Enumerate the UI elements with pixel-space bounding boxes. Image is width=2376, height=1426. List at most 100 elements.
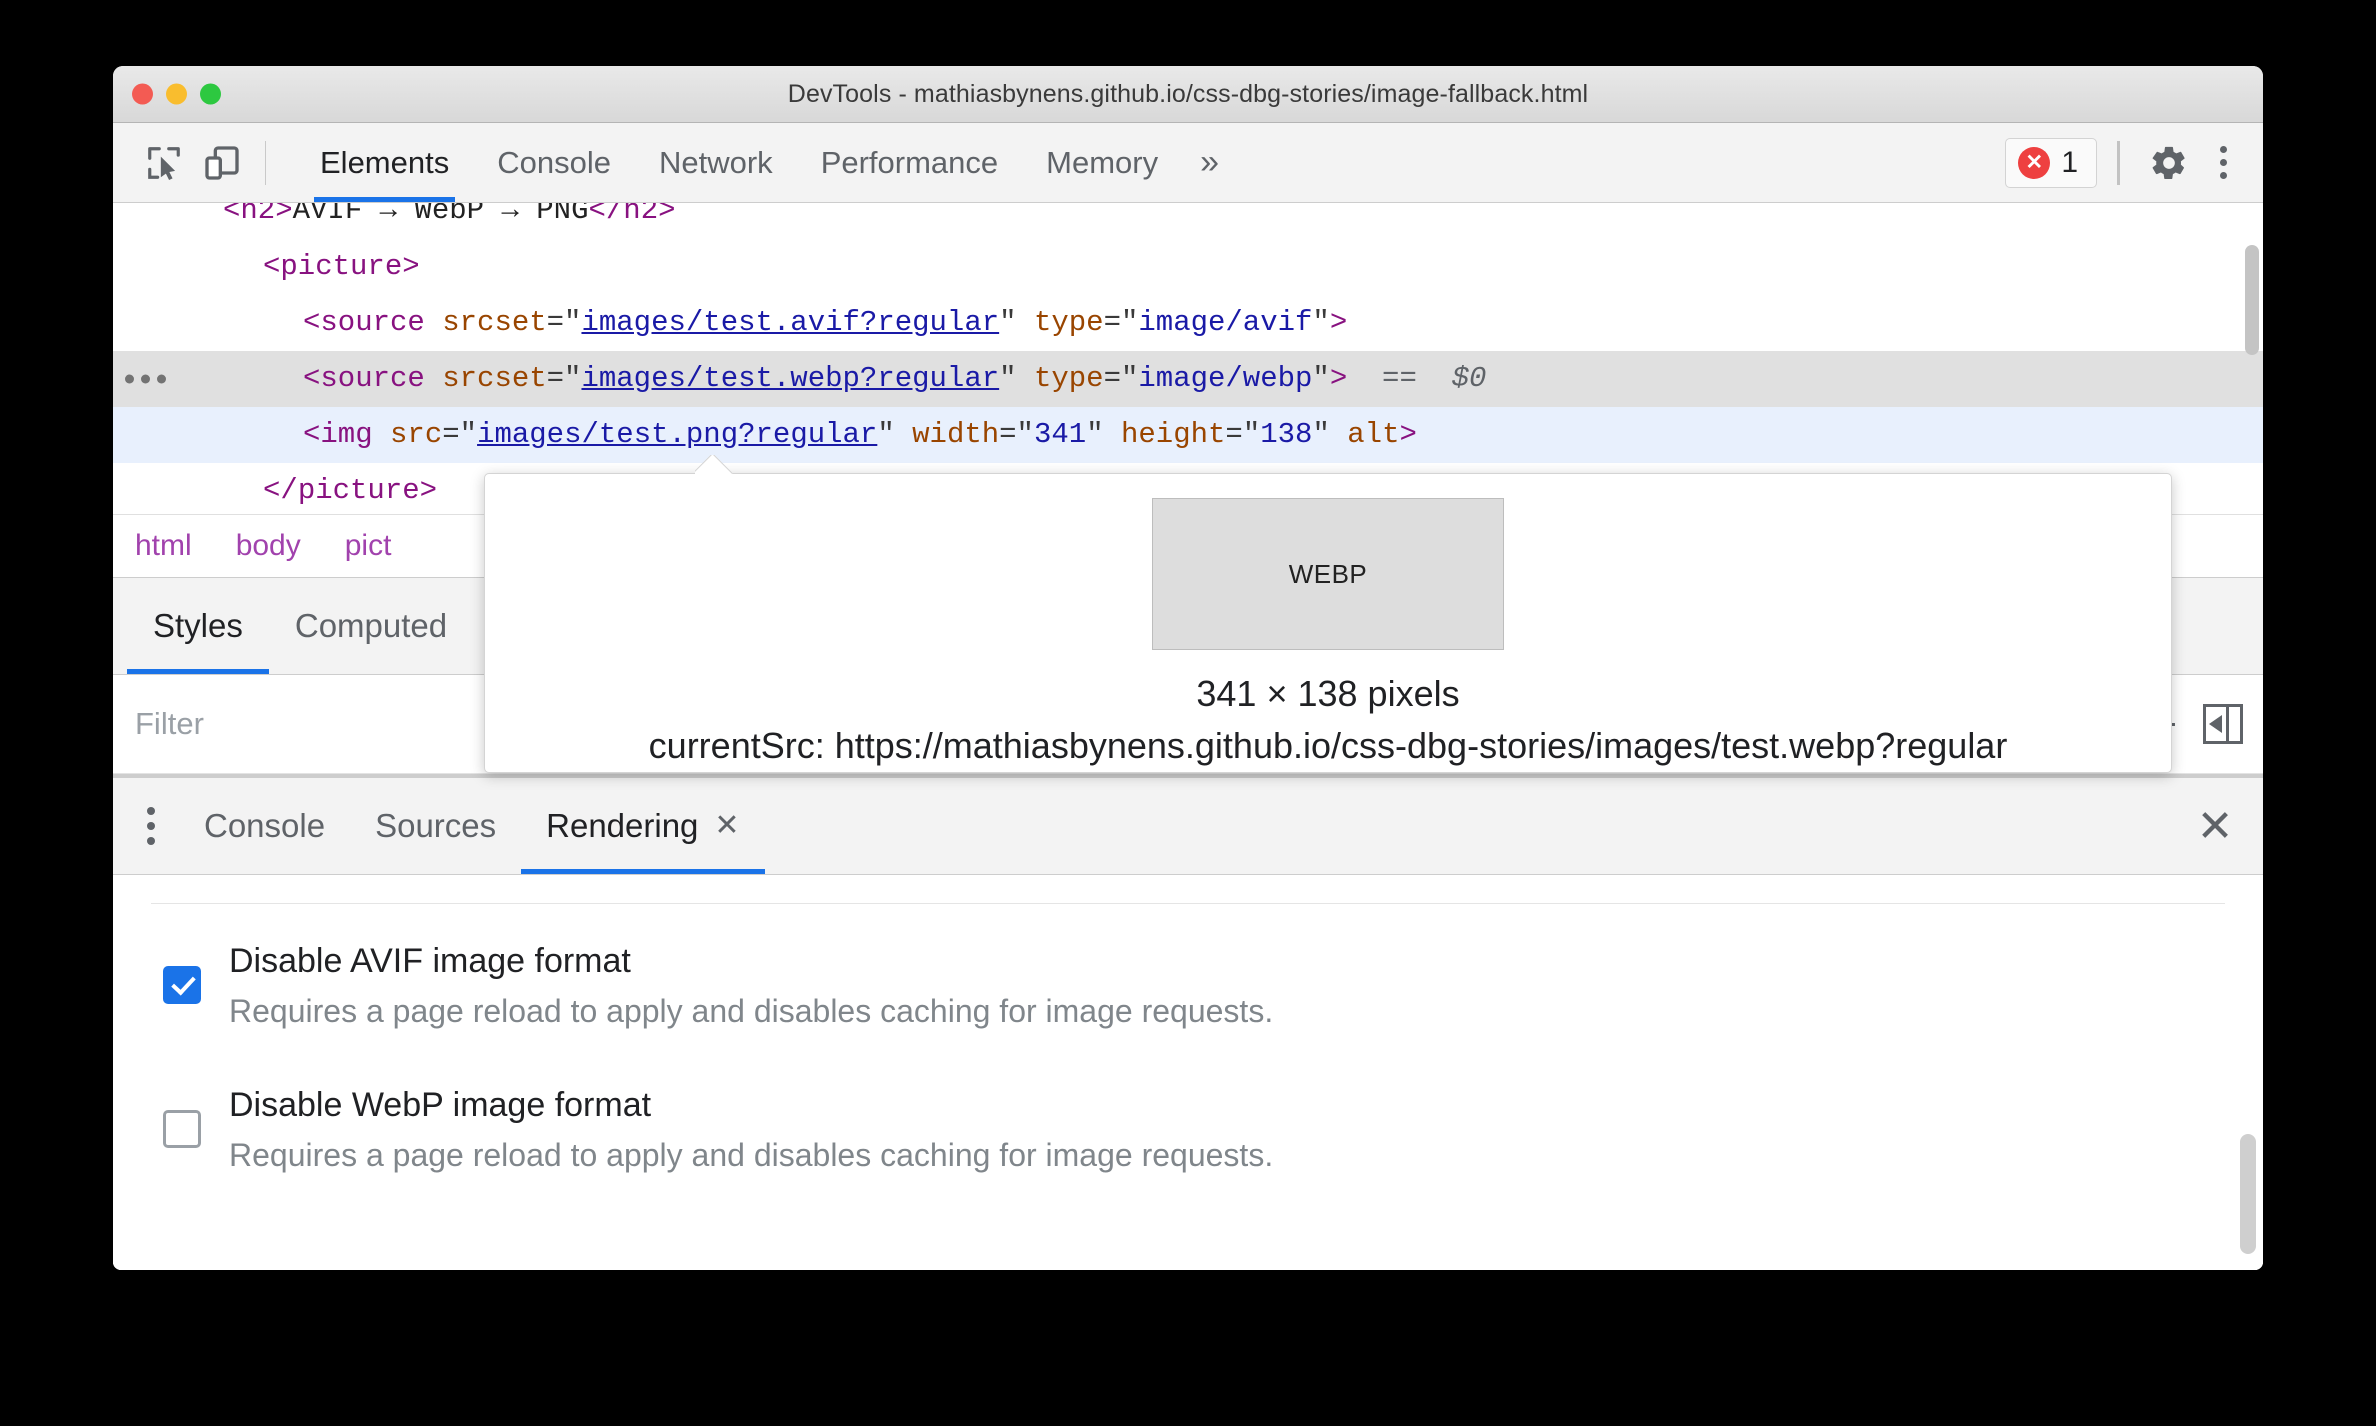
dom-token-punct: </h2> xyxy=(588,203,676,227)
toolbar-divider xyxy=(265,140,266,185)
more-tabs-chevron-icon[interactable]: » xyxy=(1182,123,1237,202)
window-title: DevTools - mathiasbynens.github.io/css-d… xyxy=(787,79,1589,108)
row-expand-dots-icon[interactable] xyxy=(125,374,166,384)
dom-token-val: image/webp xyxy=(1138,362,1313,395)
rendering-panel-body: Disable AVIF image format Requires a pag… xyxy=(113,875,2263,1270)
dom-token-punct: < xyxy=(263,250,281,283)
dom-tree[interactable]: <h2>AVIF → WebP → PNG</h2> <picture> <sour… xyxy=(113,203,2263,514)
toolbar-right-controls: ✕ 1 xyxy=(2005,134,2245,192)
dom-tree-scrollbar[interactable] xyxy=(2245,245,2259,355)
tab-styles-label: Styles xyxy=(153,607,243,644)
dom-token-text: AVIF → WebP → PNG xyxy=(292,203,589,227)
screenshot-root: DevTools - mathiasbynens.github.io/css-d… xyxy=(0,0,2376,1426)
dom-token-text xyxy=(425,362,442,395)
tab-console[interactable]: Console xyxy=(473,123,635,202)
image-dimensions-text: 341 × 138 pixels xyxy=(1196,673,1460,714)
dom-token-punct: > xyxy=(1329,306,1348,339)
zoom-window-button[interactable] xyxy=(200,83,221,105)
dom-token-link[interactable]: images/test.avif?regular xyxy=(581,306,999,339)
error-glyph: ✕ xyxy=(2025,151,2044,174)
tab-memory[interactable]: Memory xyxy=(1022,123,1182,202)
dom-token-punct: < xyxy=(303,418,321,451)
dom-row-source-avif[interactable]: <source srcset="images/test.avif?regular… xyxy=(113,295,2263,351)
dom-row-picture-open[interactable]: <picture> xyxy=(113,239,2263,295)
setting-disable-avif-image-format[interactable]: Disable AVIF image format Requires a pag… xyxy=(113,936,2263,1036)
drawer-tab-console-label: Console xyxy=(204,807,326,844)
dom-token-punct: > xyxy=(1329,362,1348,395)
inspect-element-icon[interactable] xyxy=(135,134,193,192)
dom-token-eq: " xyxy=(1086,418,1121,451)
tab-performance-label: Performance xyxy=(820,144,999,180)
dom-token-tag: picture xyxy=(297,474,420,507)
panel-tabs: Elements Console Network Performance Mem… xyxy=(296,123,1237,202)
dom-token-attr: type xyxy=(1033,362,1104,395)
window-traffic-lights[interactable] xyxy=(132,83,221,105)
setting-disable-webp-image-format[interactable]: Disable WebP image format Requires a pag… xyxy=(113,1080,2263,1180)
drawer-tab-rendering-label: Rendering xyxy=(546,807,699,844)
dom-token-punct: > xyxy=(402,250,420,283)
disable-webp-description: Requires a page reload to apply and disa… xyxy=(229,1137,1274,1173)
dom-row-img[interactable]: <img src="images/test.png?regular" width… xyxy=(113,407,2263,463)
dom-token-text xyxy=(373,418,390,451)
tab-styles[interactable]: Styles xyxy=(127,578,269,674)
dom-token-val: image/avif xyxy=(1138,306,1313,339)
setting-text-group: Disable WebP image format Requires a pag… xyxy=(229,1080,1273,1180)
error-icon: ✕ xyxy=(2018,146,2051,179)
disable-avif-title: Disable AVIF image format xyxy=(229,942,631,980)
dom-token-punct: < xyxy=(303,306,321,339)
tab-performance[interactable]: Performance xyxy=(797,123,1022,202)
tab-elements[interactable]: Elements xyxy=(296,123,473,202)
dom-token-eq: =" xyxy=(546,306,582,339)
disable-avif-checkbox[interactable] xyxy=(163,966,201,1004)
image-preview-popover: WEBP 341 × 138 pixels currentSrc: https:… xyxy=(484,473,2172,773)
tab-computed[interactable]: Computed xyxy=(269,578,473,674)
devtools-main-toolbar: Elements Console Network Performance Mem… xyxy=(113,123,2263,203)
dom-token-eq: " xyxy=(1312,362,1330,395)
disable-avif-description: Requires a page reload to apply and disa… xyxy=(229,993,1274,1029)
error-count-badge[interactable]: ✕ 1 xyxy=(2005,137,2097,188)
sidebar-toggle-icon[interactable] xyxy=(2203,704,2243,744)
dom-token-link[interactable]: images/test.png?regular xyxy=(477,418,877,451)
drawer-tab-sources[interactable]: Sources xyxy=(350,778,521,874)
breadcrumb-item-body[interactable]: body xyxy=(214,529,323,563)
setting-text-group: Disable AVIF image format Requires a pag… xyxy=(229,936,1273,1036)
dom-token-attr: alt xyxy=(1347,418,1400,451)
dom-token-eq: =" xyxy=(1103,362,1139,395)
window-titlebar: DevTools - mathiasbynens.github.io/css-d… xyxy=(113,66,2263,123)
image-preview-thumbnail: WEBP xyxy=(1152,498,1504,650)
dom-token-sel: $0 xyxy=(1451,362,1487,395)
dom-token-tag: img xyxy=(320,418,373,451)
gear-icon[interactable] xyxy=(2140,134,2198,192)
tab-network[interactable]: Network xyxy=(635,123,797,202)
minimize-window-button[interactable] xyxy=(166,83,187,105)
kebab-menu-icon[interactable] xyxy=(2202,146,2245,179)
drawer-tab-console[interactable]: Console xyxy=(179,778,350,874)
dom-row-source-webp[interactable]: <source srcset="images/test.webp?regular… xyxy=(113,351,2263,407)
drawer-scrollbar[interactable] xyxy=(2240,1134,2256,1254)
dom-token-val: 341 xyxy=(1033,418,1087,451)
dom-token-text xyxy=(425,306,442,339)
close-rendering-tab-icon[interactable]: ✕ xyxy=(714,811,739,841)
dom-token-punct: > xyxy=(419,474,438,507)
close-drawer-icon[interactable]: ✕ xyxy=(2167,778,2263,874)
dom-token-eq: =" xyxy=(546,362,582,395)
dom-token-tag: picture xyxy=(280,250,403,283)
dom-token-attr: src xyxy=(390,418,443,451)
disable-webp-checkbox[interactable] xyxy=(163,1110,201,1148)
breadcrumb-item-html[interactable]: html xyxy=(135,529,214,563)
tab-computed-label: Computed xyxy=(294,607,448,644)
drawer-kebab-menu-icon[interactable] xyxy=(123,778,179,874)
dom-token-tag: source xyxy=(320,362,425,395)
popover-arrow xyxy=(695,455,733,474)
close-window-button[interactable] xyxy=(132,83,153,105)
device-toolbar-icon[interactable] xyxy=(193,134,251,192)
dom-token-eq: =" xyxy=(1225,418,1261,451)
dom-row-h2-avif[interactable]: <h2>AVIF → WebP → PNG</h2> xyxy=(113,203,2263,239)
devtools-drawer: Console Sources Rendering ✕ ✕ Disable AV… xyxy=(113,774,2263,1270)
breadcrumb-item-pict[interactable]: pict xyxy=(323,529,414,563)
drawer-tab-rendering[interactable]: Rendering ✕ xyxy=(521,778,765,874)
dom-token-eq: " xyxy=(999,306,1034,339)
drawer-tabs: Console Sources Rendering ✕ ✕ xyxy=(113,778,2263,875)
dom-token-link[interactable]: images/test.webp?regular xyxy=(581,362,999,395)
image-current-src-text: currentSrc: https://mathiasbynens.github… xyxy=(648,725,2008,766)
